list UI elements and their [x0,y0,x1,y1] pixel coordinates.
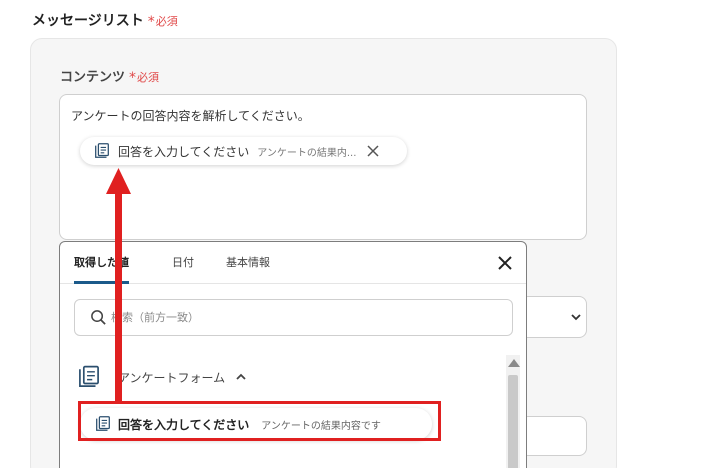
variable-chip[interactable]: 回答を入力してください アンケートの結果内... [80,137,407,165]
chevron-down-icon [571,314,581,321]
section-title-text: メッセージリスト [32,13,144,29]
content-field-label: コンテンツ *必須 [60,66,159,86]
required-marker: *必須 [147,14,178,30]
content-textarea[interactable]: アンケートの回答内容を解析してください。 回答を入力してください アンケートの結… [59,94,587,240]
required-text: 必須 [155,15,178,28]
tab-date[interactable]: 日付 [172,242,194,284]
document-icon [95,143,109,158]
popup-tabs: 取得した値 日付 基本情報 [60,242,526,284]
section-title-message-list: メッセージリスト *必須 [32,10,178,30]
highlight-box [78,401,441,441]
asterisk-icon: * [147,14,155,30]
chip-label: 回答を入力してください [118,144,250,159]
scroll-up-arrow-icon[interactable] [508,359,520,367]
group-label: アンケートフォーム [118,370,226,385]
search-input[interactable] [111,300,501,335]
search-box [74,299,513,336]
scroll-thumb[interactable] [508,375,518,468]
chevron-up-icon[interactable] [235,371,247,383]
group-anketo-form[interactable]: アンケートフォーム [76,364,247,390]
background-input[interactable] [520,416,587,456]
required-text: 必須 [137,71,160,84]
asterisk-icon: * [129,70,137,86]
close-icon[interactable] [496,254,514,272]
chip-sub-label: アンケートの結果内... [257,147,357,159]
content-label-text: コンテンツ [60,70,126,85]
background-select[interactable] [520,296,587,338]
scrollbar[interactable] [506,355,520,468]
search-icon [91,310,106,325]
required-marker: *必須 [129,70,160,86]
tab-basic-info[interactable]: 基本情報 [226,242,270,284]
remove-chip-icon[interactable] [366,144,380,158]
document-icon [79,365,99,387]
tab-acquired-values[interactable]: 取得した値 [74,242,129,284]
content-text[interactable]: アンケートの回答内容を解析してください。 [71,107,310,124]
